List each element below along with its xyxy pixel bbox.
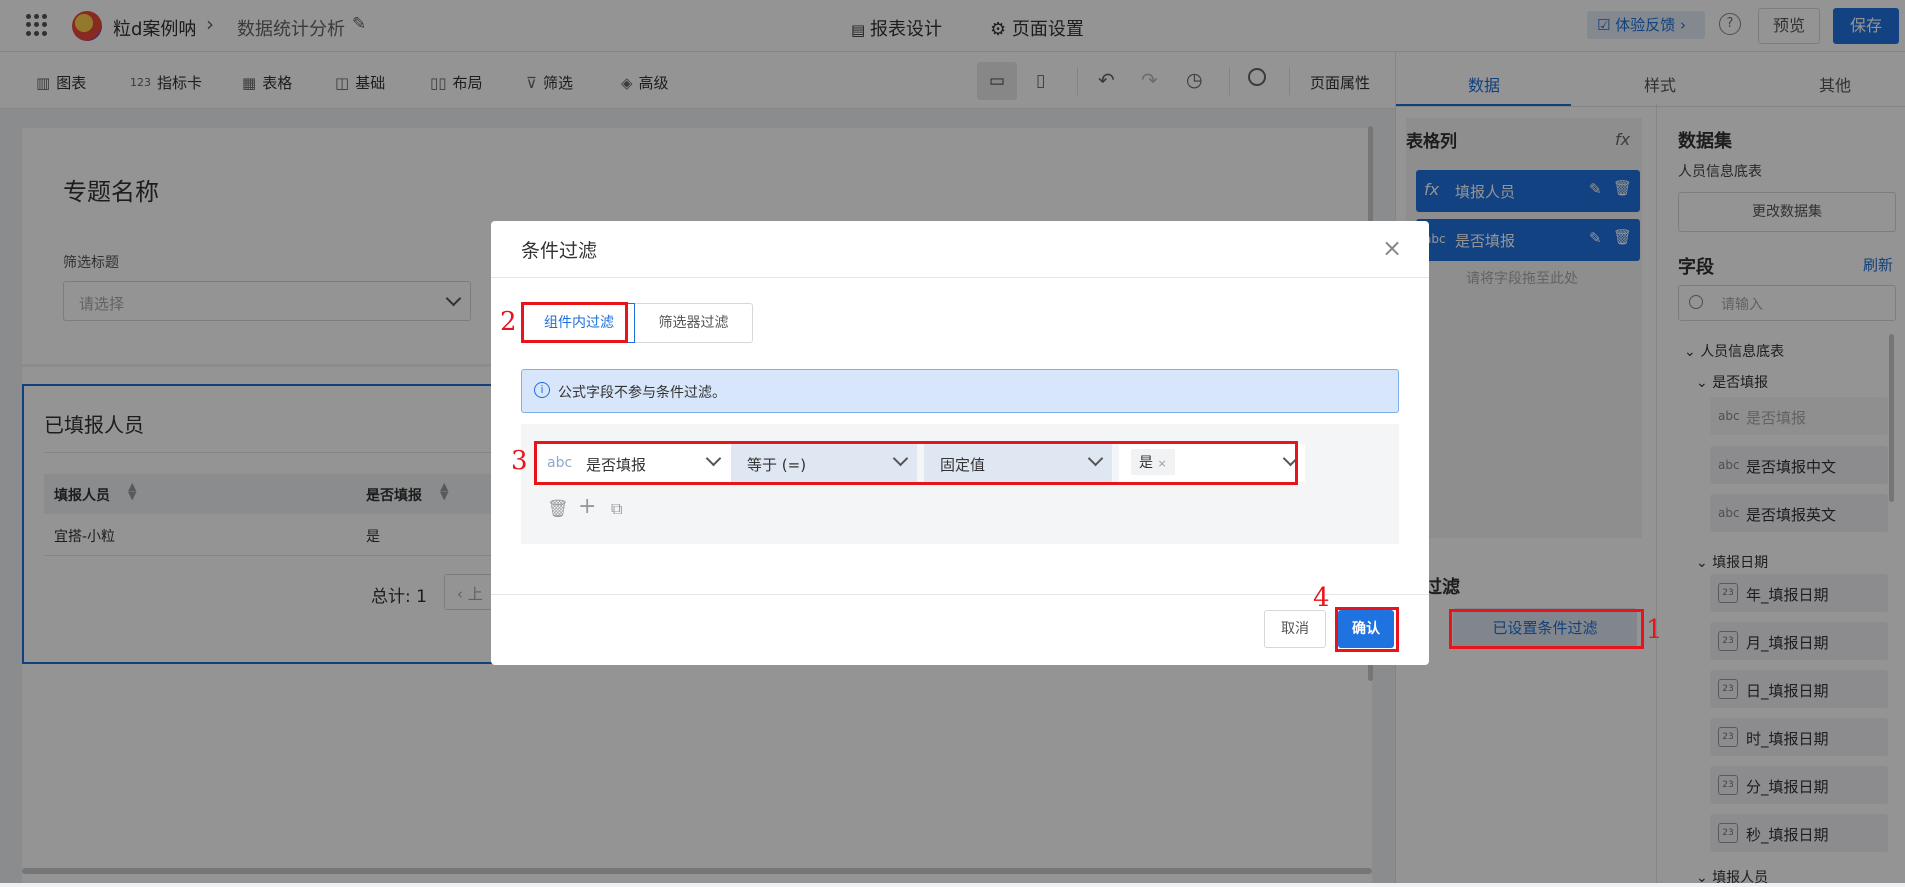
close-icon[interactable]: ×	[1382, 234, 1402, 262]
annotation-box	[521, 302, 628, 343]
condition-filter-dialog: 条件过滤 × 组件内过滤 筛选器过滤 i 公式字段不参与条件过滤。 abc 是否…	[491, 221, 1429, 665]
annotation-number: 3	[511, 446, 528, 476]
info-text: 公式字段不参与条件过滤。	[558, 385, 726, 401]
annotation-number: 4	[1313, 583, 1330, 613]
divider	[491, 277, 1429, 278]
dialog-title: 条件过滤	[521, 240, 598, 262]
cancel-button[interactable]: 取消	[1264, 610, 1326, 648]
annotation-number: 2	[500, 307, 517, 337]
copy-icon[interactable]: ⧉	[611, 499, 622, 519]
info-banner: i 公式字段不参与条件过滤。	[521, 369, 1399, 413]
tab-filter-widget[interactable]: 筛选器过滤	[635, 303, 753, 343]
annotation-box	[534, 441, 1298, 485]
divider	[491, 594, 1429, 595]
add-icon[interactable]: +	[578, 494, 596, 519]
info-icon: i	[534, 382, 550, 398]
annotation-number: 1	[1646, 615, 1663, 645]
annotation-box	[1335, 607, 1399, 652]
annotation-box	[1449, 609, 1644, 649]
delete-icon[interactable]: 🗑	[547, 499, 569, 519]
